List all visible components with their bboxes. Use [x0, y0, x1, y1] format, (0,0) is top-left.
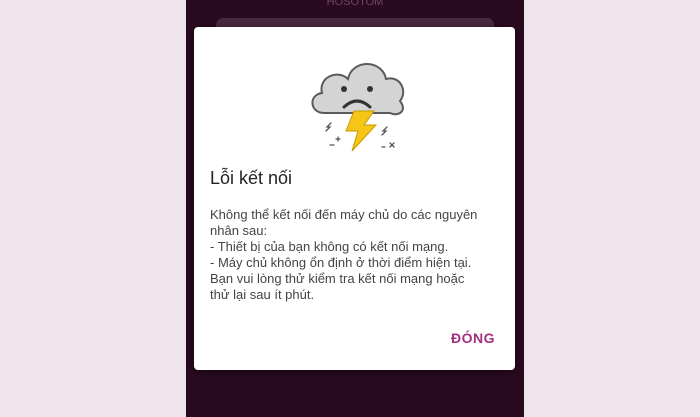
dialog-title: Lỗi kết nối: [210, 168, 293, 188]
sad-cloud-lightning-icon: [296, 35, 416, 155]
message-line: - Máy chủ không ổn định ở thời điểm hiện…: [210, 255, 472, 270]
top-bar-text: HOSOTOM: [326, 0, 384, 8]
message-line: Không thể kết nối đến máy chủ do các ngu…: [210, 207, 478, 222]
message-line: nhân sau:: [210, 223, 268, 238]
message-line: Bạn vui lòng thử kiểm tra kết nối mạng h…: [210, 271, 465, 286]
error-dialog: Lỗi kết nối Không thể kết nối đến máy ch…: [194, 27, 515, 370]
close-button[interactable]: ĐÓNG: [449, 326, 497, 350]
phone-screen: HOSOTOM Lỗi kết nối Không thể kết nối đế…: [186, 0, 524, 417]
message-line: - Thiết bị của bạn không có kết nối mạng…: [210, 239, 449, 254]
dialog-message: Không thể kết nối đến máy chủ do các ngu…: [210, 207, 510, 303]
message-line: thử lại sau ít phút.: [210, 287, 315, 302]
